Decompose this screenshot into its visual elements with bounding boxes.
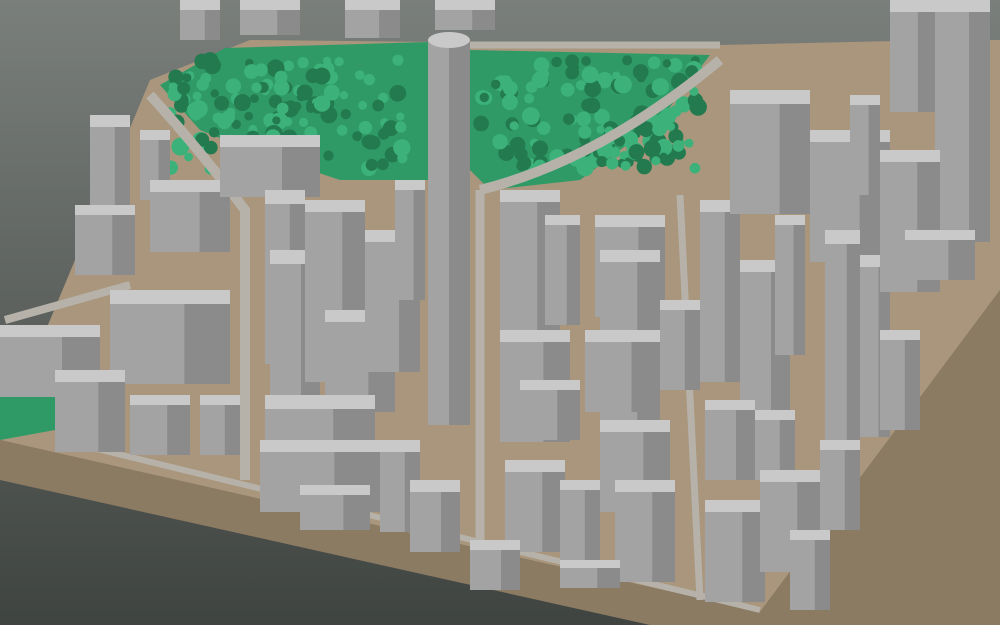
landmark-cylinder-tower[interactable]	[428, 32, 470, 425]
building	[755, 410, 795, 480]
building	[75, 205, 135, 275]
building	[880, 330, 920, 430]
building	[905, 230, 975, 280]
building	[820, 440, 860, 530]
building	[220, 135, 320, 197]
city-model-canvas[interactable]	[0, 0, 1000, 625]
building	[435, 0, 495, 30]
building	[55, 370, 125, 452]
building	[890, 0, 935, 112]
building	[110, 290, 230, 384]
building	[585, 330, 660, 412]
building	[505, 460, 565, 552]
building	[345, 0, 400, 38]
building	[200, 395, 240, 455]
building	[700, 200, 740, 382]
building	[935, 0, 990, 242]
building	[705, 500, 765, 602]
building	[775, 215, 805, 355]
building	[545, 215, 580, 325]
3d-city-viewport[interactable]	[0, 0, 1000, 625]
building	[825, 230, 860, 444]
building	[520, 380, 580, 440]
building	[850, 95, 880, 195]
building	[130, 395, 190, 455]
building	[660, 300, 700, 390]
building	[705, 400, 755, 480]
building	[560, 560, 620, 588]
building	[730, 90, 810, 214]
building	[180, 0, 220, 40]
building	[395, 180, 425, 300]
building	[240, 0, 300, 35]
building	[560, 480, 600, 560]
building	[615, 480, 675, 582]
building	[300, 485, 370, 530]
building	[790, 530, 830, 610]
building	[150, 180, 230, 252]
building	[410, 480, 460, 552]
building	[470, 540, 520, 590]
